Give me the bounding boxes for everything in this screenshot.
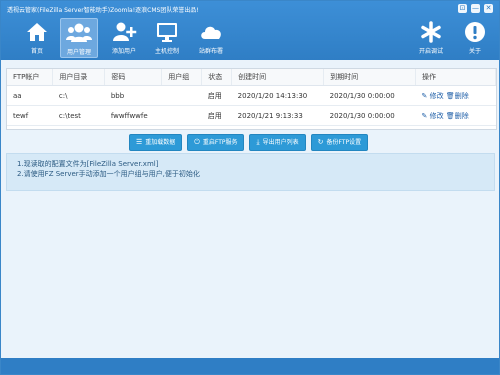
- list-icon: ☰: [136, 138, 143, 146]
- cell-account: aa: [7, 85, 53, 106]
- delete-label: 删除: [454, 111, 469, 120]
- info-icon: [456, 20, 494, 44]
- edit-label: 修改: [429, 111, 444, 120]
- cell-account: tewf: [7, 105, 53, 126]
- tool-debug[interactable]: 开启调试: [412, 18, 450, 58]
- backup-icon: ↻: [317, 138, 324, 146]
- ftp-user-grid: FTP帐户 用户目录 密码 用户组 状态 创建时间 到期时间 操作 aa c:\…: [6, 68, 497, 130]
- col-header-actions[interactable]: 操作: [415, 69, 496, 86]
- tool-add-user[interactable]: 添加用户: [105, 18, 143, 58]
- delete-link[interactable]: 🗑删除: [446, 112, 469, 120]
- restart-ftp-label: 重启FTP服务: [202, 139, 238, 146]
- col-header-password[interactable]: 密码: [104, 69, 163, 86]
- cell-actions: ✎ 修改 🗑删除: [415, 105, 496, 126]
- tool-users-label: 用户管理: [66, 49, 91, 56]
- reload-data-button[interactable]: ☰ 重加载数据: [129, 134, 183, 151]
- cell-actions: ✎ 修改 🗑删除: [415, 85, 496, 106]
- add-user-icon: [105, 20, 143, 44]
- tool-site-deploy-label: 站群布署: [198, 48, 223, 55]
- tool-users[interactable]: 用户管理: [60, 18, 98, 58]
- close-button[interactable]: ✕: [484, 4, 493, 13]
- reload-data-label: 重加载数据: [145, 139, 176, 146]
- tool-about[interactable]: 关于: [456, 18, 494, 58]
- cell-dir: c:\: [52, 85, 105, 106]
- edit-label: 修改: [429, 91, 444, 100]
- app-window: 透视云管家(FileZilla Server智能助手)Zoomla!逐浪CMS团…: [0, 0, 500, 375]
- status-bar: [1, 358, 499, 374]
- cell-created: 2020/1/21 9:13:33: [231, 105, 324, 126]
- col-header-status[interactable]: 状态: [201, 69, 233, 86]
- monitor-icon: [148, 20, 186, 44]
- info-line-2: 2.请使用FZ Server手动添加一个用户组与用户,便于初始化: [17, 170, 200, 178]
- action-bar: ☰ 重加载数据 ⏻ 重启FTP服务 ⤓ 导出用户列表 ↻ 备份FTP设置: [129, 134, 369, 151]
- tool-add-user-label: 添加用户: [111, 48, 136, 55]
- col-header-created[interactable]: 创建时间: [231, 69, 325, 86]
- minimize-button[interactable]: —: [471, 4, 480, 13]
- asterisk-icon: [412, 20, 450, 44]
- cell-group: [161, 105, 202, 126]
- trash-icon: 🗑: [445, 91, 455, 100]
- cell-group: [161, 85, 202, 106]
- restore-button[interactable]: ⊡: [458, 4, 467, 13]
- cell-status: 启用: [201, 85, 232, 106]
- home-icon: [18, 20, 56, 44]
- cell-dir: c:\test: [52, 105, 105, 126]
- edit-link[interactable]: ✎ 修改: [422, 92, 444, 100]
- edit-link[interactable]: ✎ 修改: [422, 112, 444, 120]
- backup-ftp-label: 备份FTP设置: [326, 139, 362, 146]
- tool-host-control-label: 主机控制: [154, 48, 179, 55]
- cell-status: 启用: [201, 105, 232, 126]
- window-controls: ⊡ — ✕: [458, 4, 493, 13]
- restart-ftp-button[interactable]: ⏻ 重启FTP服务: [187, 134, 245, 151]
- col-header-expires[interactable]: 到期时间: [323, 69, 417, 86]
- table-row[interactable]: tewf c:\test fwwffwwfe 启用 2020/1/21 9:13…: [7, 105, 496, 126]
- col-header-dir[interactable]: 用户目录: [52, 69, 106, 86]
- cell-expires: 2020/1/30 0:00:00: [323, 85, 416, 106]
- col-header-group[interactable]: 用户组: [161, 69, 203, 86]
- edit-icon: ✎: [421, 111, 428, 120]
- table-header-row: FTP帐户 用户目录 密码 用户组 状态 创建时间 到期时间 操作: [7, 69, 496, 86]
- cell-created: 2020/1/20 14:13:30: [231, 85, 324, 106]
- delete-label: 删除: [454, 91, 469, 100]
- trash-icon: 🗑: [445, 111, 455, 120]
- export-users-button[interactable]: ⤓ 导出用户列表: [249, 134, 306, 151]
- users-icon: [61, 21, 97, 45]
- download-icon: ⤓: [256, 138, 260, 146]
- edit-icon: ✎: [421, 91, 428, 100]
- col-header-account[interactable]: FTP帐户: [7, 69, 54, 86]
- tool-debug-label: 开启调试: [418, 48, 443, 55]
- cell-password: bbb: [104, 85, 162, 106]
- cell-password: fwwffwwfe: [104, 105, 162, 126]
- power-icon: ⏻: [194, 138, 200, 146]
- cell-expires: 2020/1/30 0:00:00: [323, 105, 416, 126]
- tool-site-deploy[interactable]: 站群布署: [192, 18, 230, 58]
- table-row[interactable]: aa c:\ bbb 启用 2020/1/20 14:13:30 2020/1/…: [7, 85, 496, 106]
- delete-link[interactable]: 🗑删除: [446, 92, 469, 100]
- tool-about-label: 关于: [468, 48, 481, 55]
- header-bar: 透视云管家(FileZilla Server智能助手)Zoomla!逐浪CMS团…: [1, 1, 499, 60]
- export-users-label: 导出用户列表: [262, 139, 299, 146]
- info-line-1: 1.现读取的配置文件为[FileZilla Server.xml]: [17, 160, 159, 168]
- tool-host-control[interactable]: 主机控制: [148, 18, 186, 58]
- info-panel: 1.现读取的配置文件为[FileZilla Server.xml] 2.请使用F…: [6, 153, 495, 191]
- tool-home-label: 首页: [30, 48, 43, 55]
- ftp-user-table: FTP帐户 用户目录 密码 用户组 状态 创建时间 到期时间 操作 aa c:\…: [7, 69, 496, 126]
- backup-ftp-button[interactable]: ↻ 备份FTP设置: [310, 134, 369, 151]
- tool-home[interactable]: 首页: [18, 18, 56, 58]
- window-title: 透视云管家(FileZilla Server智能助手)Zoomla!逐浪CMS团…: [7, 7, 199, 14]
- cloud-icon: [192, 20, 230, 44]
